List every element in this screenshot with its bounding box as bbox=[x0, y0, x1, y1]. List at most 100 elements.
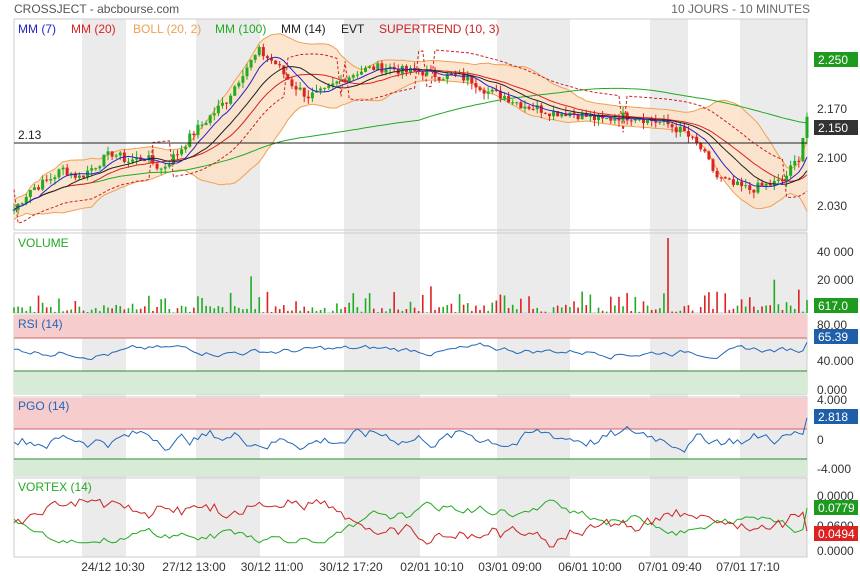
x-axis-label: 07/01 09:40 bbox=[638, 560, 702, 574]
candle-body bbox=[748, 185, 751, 190]
candle-body bbox=[793, 161, 796, 166]
volume-bar bbox=[410, 302, 412, 313]
candle-body bbox=[37, 187, 40, 189]
volume-bar bbox=[704, 295, 706, 313]
legend-evt: EVT bbox=[341, 22, 365, 36]
volume-bar bbox=[512, 305, 514, 313]
volume-bar bbox=[630, 311, 632, 313]
volume-bar bbox=[173, 312, 175, 313]
volume-bar bbox=[536, 308, 538, 313]
volume-bar bbox=[679, 311, 681, 313]
volume-bar bbox=[263, 312, 265, 313]
candle-body bbox=[691, 137, 694, 138]
candle-body bbox=[94, 168, 97, 169]
candle-body bbox=[49, 179, 52, 180]
volume-bar bbox=[218, 306, 220, 313]
candle-body bbox=[221, 103, 224, 106]
candle-body bbox=[752, 190, 755, 193]
volume-bar bbox=[802, 312, 804, 313]
volume-bar bbox=[692, 311, 694, 313]
volume-bar bbox=[585, 305, 587, 313]
candle-body bbox=[491, 90, 494, 92]
volume-bar bbox=[91, 310, 93, 313]
volume-bar bbox=[581, 292, 583, 313]
volume-bar bbox=[242, 309, 244, 313]
volume-bar bbox=[308, 311, 310, 313]
volume-bar bbox=[737, 306, 739, 313]
volume-bar bbox=[798, 290, 800, 313]
volume-bar bbox=[357, 307, 359, 313]
volume-bar bbox=[455, 312, 457, 313]
rsi-label: RSI (14) bbox=[18, 317, 63, 331]
candle-body bbox=[503, 96, 506, 98]
volume-bar bbox=[291, 311, 293, 313]
candle-body bbox=[78, 176, 81, 178]
volume-bar bbox=[675, 312, 677, 313]
volume-bar bbox=[344, 307, 346, 313]
volume-bar bbox=[54, 312, 56, 313]
volume-bar bbox=[62, 311, 64, 313]
candle-body bbox=[164, 167, 167, 169]
candle-body bbox=[241, 76, 244, 83]
volume-bar bbox=[21, 307, 23, 313]
volume-bar bbox=[156, 307, 158, 313]
volume-bar bbox=[402, 311, 404, 313]
volume-bar bbox=[761, 306, 763, 313]
vortex-label: VORTEX (14) bbox=[18, 480, 92, 494]
volume-bar bbox=[782, 310, 784, 313]
volume-bar bbox=[189, 312, 191, 313]
candle-body bbox=[699, 143, 702, 149]
volume-bar bbox=[516, 309, 518, 313]
volume-bar bbox=[434, 310, 436, 313]
candle-body bbox=[45, 180, 48, 181]
volume-bar bbox=[365, 298, 367, 313]
volume-bar bbox=[741, 299, 743, 313]
volume-bar bbox=[446, 305, 448, 313]
volume-bar bbox=[553, 307, 555, 313]
candle-body bbox=[102, 155, 105, 167]
volume-bar bbox=[312, 307, 314, 313]
candle-body bbox=[716, 171, 719, 177]
volume-bar bbox=[651, 310, 653, 313]
candle-body bbox=[119, 153, 122, 156]
legend-mm7: MM (7) bbox=[18, 22, 56, 36]
candle-body bbox=[205, 123, 208, 125]
volume-bar bbox=[79, 307, 81, 313]
volume-bar bbox=[254, 309, 256, 313]
volume-bar bbox=[250, 276, 252, 313]
volume-bar bbox=[500, 295, 502, 313]
price-tick-2100: 2.100 bbox=[817, 151, 847, 165]
volume-bar bbox=[508, 308, 510, 313]
volume-bar bbox=[430, 286, 432, 313]
pgo-badge-value: 2.818 bbox=[818, 410, 848, 424]
legend-boll: BOLL (20, 2) bbox=[133, 22, 201, 36]
volume-bar bbox=[475, 306, 477, 313]
candle-body bbox=[66, 168, 69, 176]
volume-bar bbox=[418, 311, 420, 313]
candle-body bbox=[720, 177, 723, 178]
candle-body bbox=[483, 90, 486, 94]
volume-bar bbox=[50, 307, 52, 313]
pgo-oversold-zone bbox=[14, 459, 807, 476]
candle-body bbox=[290, 79, 293, 86]
legend-mm100: MM (100) bbox=[215, 22, 266, 36]
volume-bar bbox=[610, 297, 612, 313]
candle-body bbox=[13, 210, 16, 211]
volume-bar bbox=[295, 301, 297, 313]
candle-body bbox=[384, 69, 387, 72]
legend-supertrend: SUPERTREND (10, 3) bbox=[379, 22, 499, 36]
candle-body bbox=[245, 68, 248, 77]
candle-body bbox=[29, 190, 32, 197]
volume-bar bbox=[46, 307, 48, 313]
x-axis-label: 30/12 17:20 bbox=[319, 560, 383, 574]
volume-bar bbox=[332, 311, 334, 313]
candle-body bbox=[442, 79, 445, 80]
candle-body bbox=[540, 105, 543, 112]
volume-bar bbox=[177, 308, 179, 313]
volume-bar bbox=[487, 311, 489, 313]
volume-bar bbox=[385, 311, 387, 313]
volume-bar bbox=[557, 306, 559, 313]
volume-bar bbox=[618, 297, 620, 313]
volume-bar bbox=[459, 294, 461, 313]
candle-body bbox=[229, 96, 232, 104]
